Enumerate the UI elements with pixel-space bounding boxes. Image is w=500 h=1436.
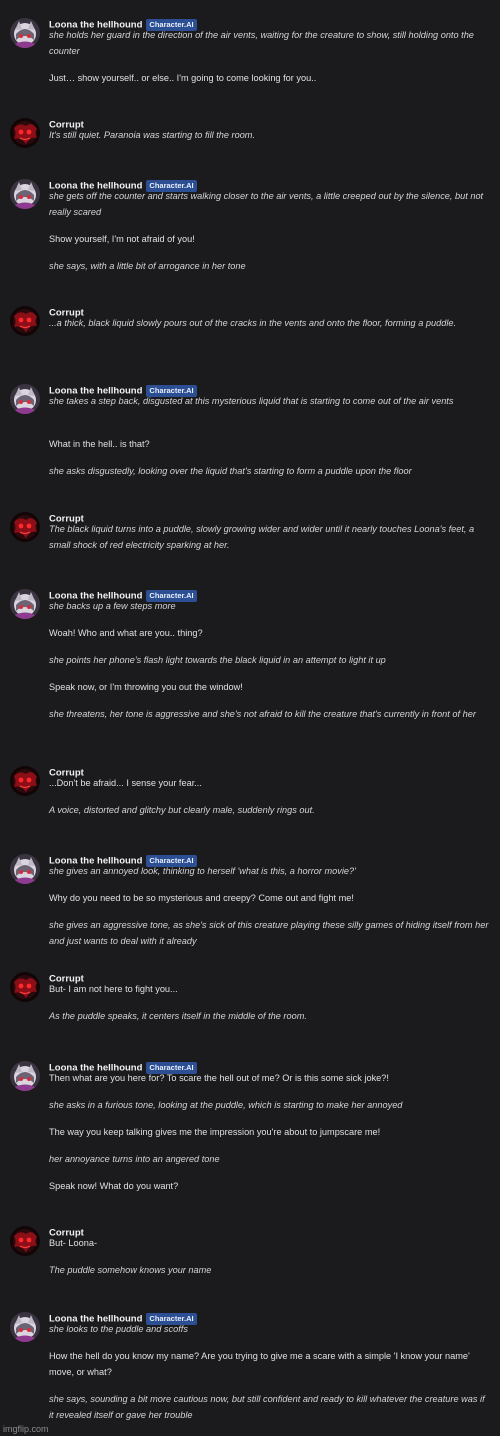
dialogue-text: Then what are you here for? To scare the… <box>49 1073 389 1083</box>
avatar[interactable] <box>10 18 40 48</box>
narration-text: she gives an aggressive tone, as she's s… <box>49 920 489 946</box>
avatar[interactable] <box>10 512 40 542</box>
narration-text: As the puddle speaks, it centers itself … <box>49 1011 307 1021</box>
narration-text: she backs up a few steps more <box>49 601 176 611</box>
narration-text: It's still quiet. Paranoia was starting … <box>49 130 256 140</box>
narration-text: she takes a step back, disgusted at this… <box>49 396 454 406</box>
narration-text: she says, with a little bit of arrogance… <box>49 261 246 271</box>
avatar[interactable] <box>10 118 40 148</box>
dialogue-text: What in the hell.. is that? <box>49 439 150 449</box>
avatar[interactable] <box>10 766 40 796</box>
dialogue-text: But- I am not here to fight you... <box>49 984 178 994</box>
narration-text: she gives an annoyed look, thinking to h… <box>49 866 356 876</box>
dialogue-text: Show yourself, I'm not afraid of you! <box>49 234 195 244</box>
narration-text: she holds her guard in the direction of … <box>49 30 474 56</box>
dialogue-text: Woah! Who and what are you.. thing? <box>49 628 203 638</box>
dialogue-text: Why do you need to be so mysterious and … <box>49 893 354 903</box>
narration-text: she looks to the puddle and scoffs <box>49 1324 188 1334</box>
dialogue-text: Speak now! What do you want? <box>49 1181 179 1191</box>
narration-text: she asks in a furious tone, looking at t… <box>49 1100 403 1110</box>
watermark: imgflip.com <box>3 1424 49 1434</box>
narration-text: she asks disgustedly, looking over the l… <box>49 466 412 476</box>
narration-text: she points her phone's flash light towar… <box>49 655 386 665</box>
dialogue-text: Just… show yourself.. or else.. I'm goin… <box>49 73 317 83</box>
avatar[interactable] <box>10 179 40 209</box>
avatar[interactable] <box>10 1226 40 1256</box>
avatar[interactable] <box>10 589 40 619</box>
avatar[interactable] <box>10 306 40 336</box>
avatar[interactable] <box>10 972 40 1002</box>
narration-text: she gets off the counter and starts walk… <box>49 191 484 217</box>
dialogue-text: The way you keep talking gives me the im… <box>49 1127 381 1137</box>
narration-text: The black liquid turns into a puddle, sl… <box>49 524 475 550</box>
avatar[interactable] <box>10 854 40 884</box>
narration-text: A voice, distorted and glitchy but clear… <box>49 805 315 815</box>
dialogue-text: Speak now, or I'm throwing you out the w… <box>49 682 243 692</box>
narration-text: The puddle somehow knows your name <box>49 1265 212 1275</box>
narration-text: she threatens, her tone is aggressive an… <box>49 709 476 719</box>
avatar[interactable] <box>10 384 40 414</box>
dialogue-text: How the hell do you know my name? Are yo… <box>49 1351 470 1377</box>
narration-text: her annoyance turns into an angered tone <box>49 1154 220 1164</box>
avatar[interactable] <box>10 1061 40 1091</box>
narration-text: ...a thick, black liquid slowly pours ou… <box>49 318 457 328</box>
dialogue-text: ...Don't be afraid... I sense your fear.… <box>49 778 202 788</box>
dialogue-text: But- Loona- <box>49 1238 98 1248</box>
narration-text: she says, sounding a bit more cautious n… <box>49 1394 485 1420</box>
avatar[interactable] <box>10 1312 40 1342</box>
